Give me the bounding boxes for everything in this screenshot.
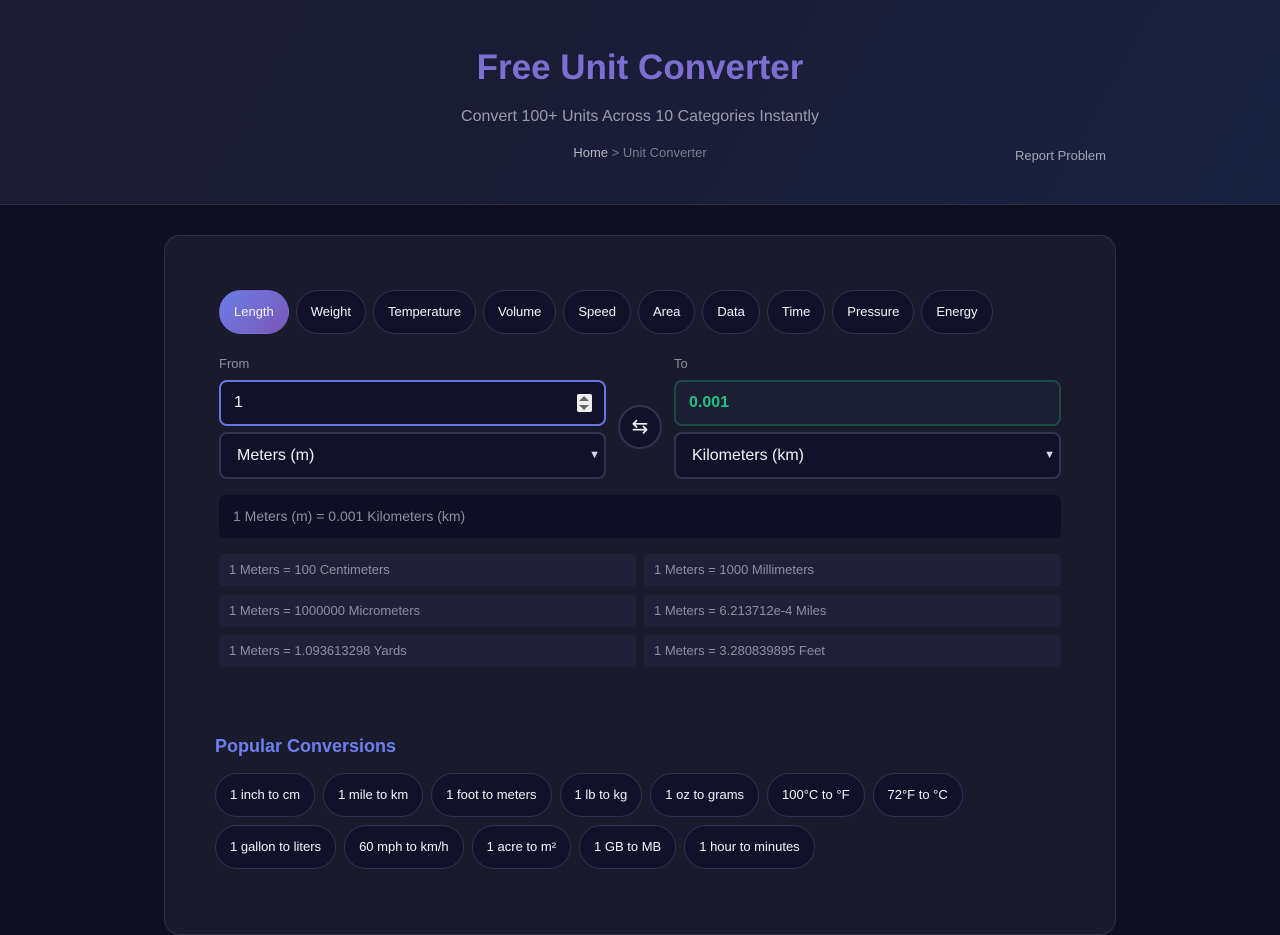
page-header: Free Unit Converter Convert 100+ Units A… (0, 0, 1280, 205)
popular-conversions-title: Popular Conversions (215, 736, 397, 756)
swap-units-button[interactable]: ⇆ (618, 405, 662, 449)
breadcrumb-current: Unit Converter (622, 145, 707, 160)
to-value-output[interactable]: 0.001 (674, 380, 1061, 426)
popular-conversion-chip[interactable]: 1 mile to km (323, 773, 424, 817)
tab-energy[interactable]: Energy (921, 290, 993, 334)
related-conversion: 1 Meters = 3.280839895 Feet (644, 635, 1061, 667)
from-unit-value: Meters (m) (237, 447, 315, 464)
tab-volume[interactable]: Volume (482, 290, 557, 334)
popular-conversion-chip[interactable]: 1 gallon to liters (215, 825, 337, 869)
to-unit-value: Kilometers (km) (692, 447, 805, 464)
popular-conversion-chip[interactable]: 72°F to °C (872, 773, 963, 817)
related-conversion: 1 Meters = 1.093613298 Yards (219, 635, 636, 667)
popular-conversion-chip[interactable]: 100°C to °F (767, 773, 865, 817)
from-value-text: 1 (234, 394, 243, 411)
chevron-down-icon: ▼ (589, 449, 600, 461)
conversion-result: 1 Meters (m) = 0.001 Kilometers (km) (219, 495, 1061, 538)
related-conversion: 1 Meters = 1000000 Micrometers (219, 595, 636, 627)
popular-conversion-chip[interactable]: 60 mph to km/h (344, 825, 464, 869)
popular-conversion-chip[interactable]: 1 GB to MB (579, 825, 677, 869)
number-spinner-icon[interactable] (577, 394, 592, 412)
spinner-up-icon[interactable] (579, 396, 589, 401)
related-conversion: 1 Meters = 1000 Millimeters (644, 554, 1061, 586)
category-tabs: Length Weight Temperature Volume Speed A… (219, 290, 993, 334)
from-value-input[interactable]: 1 (219, 380, 606, 426)
tab-data[interactable]: Data (702, 290, 760, 334)
popular-conversions-row: 1 gallon to liters 60 mph to km/h 1 acre… (215, 825, 815, 869)
from-label: From (219, 356, 250, 371)
popular-conversion-chip[interactable]: 1 lb to kg (559, 773, 643, 817)
from-unit-select[interactable]: Meters (m) ▼ (219, 432, 606, 479)
chevron-down-icon: ▼ (1044, 449, 1055, 461)
report-problem-link[interactable]: Report Problem (1015, 148, 1106, 164)
popular-conversion-chip[interactable]: 1 hour to minutes (684, 825, 815, 869)
related-conversion: 1 Meters = 100 Centimeters (219, 554, 636, 586)
popular-conversion-chip[interactable]: 1 acre to m² (471, 825, 572, 869)
tab-length[interactable]: Length (219, 290, 289, 334)
breadcrumb-separator: > (611, 145, 620, 160)
page-subtitle: Convert 100+ Units Across 10 Categories … (461, 108, 819, 125)
to-label: To (674, 356, 688, 371)
related-conversion: 1 Meters = 6.213712e-4 Miles (644, 595, 1061, 627)
popular-conversion-chip[interactable]: 1 inch to cm (215, 773, 316, 817)
popular-conversion-chip[interactable]: 1 foot to meters (431, 773, 552, 817)
tab-pressure[interactable]: Pressure (832, 290, 915, 334)
tab-area[interactable]: Area (637, 290, 696, 334)
tab-weight[interactable]: Weight (295, 290, 366, 334)
swap-icon: ⇆ (631, 416, 649, 438)
spinner-down-icon[interactable] (579, 405, 589, 410)
tab-temperature[interactable]: Temperature (373, 290, 476, 334)
page-title: Free Unit Converter (476, 48, 804, 87)
tab-time[interactable]: Time (766, 290, 826, 334)
breadcrumb-home-link[interactable]: Home (573, 145, 608, 160)
to-unit-select[interactable]: Kilometers (km) ▼ (674, 432, 1061, 479)
to-value-text: 0.001 (689, 394, 730, 411)
popular-conversions-row: 1 inch to cm 1 mile to km 1 foot to mete… (215, 773, 963, 817)
tab-speed[interactable]: Speed (563, 290, 631, 334)
popular-conversion-chip[interactable]: 1 oz to grams (650, 773, 760, 817)
